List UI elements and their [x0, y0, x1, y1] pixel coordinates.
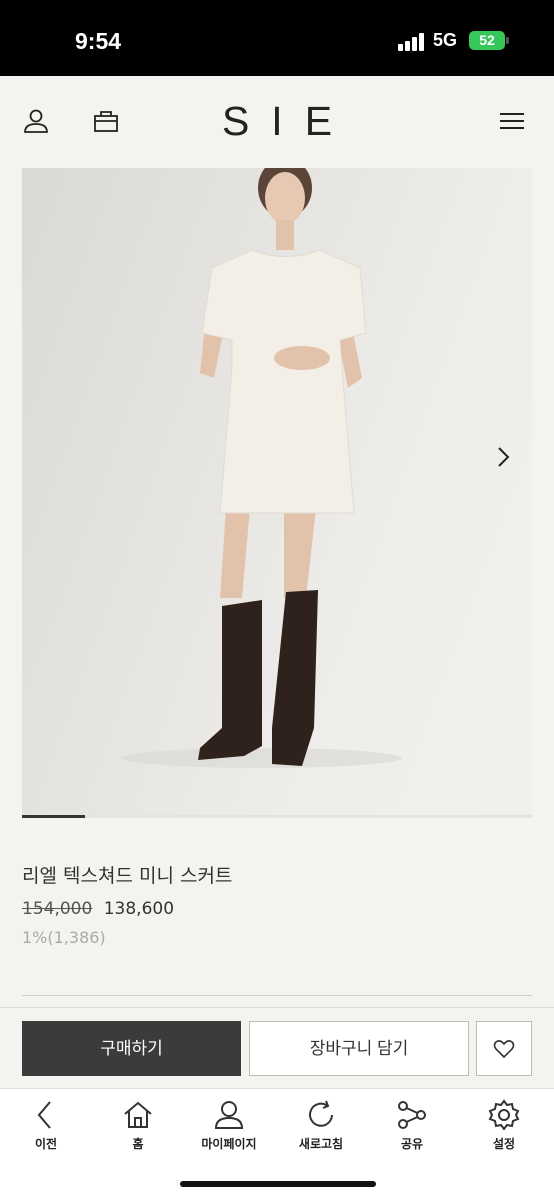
- nav-refresh[interactable]: 새로고침: [276, 1099, 366, 1159]
- signal-icon: [398, 33, 426, 51]
- buy-button[interactable]: 구매하기: [22, 1021, 241, 1076]
- divider: [22, 995, 532, 996]
- heart-icon: [493, 1040, 515, 1059]
- nav-label: 새로고침: [298, 1137, 344, 1151]
- product-image[interactable]: [22, 168, 532, 816]
- gallery-progress-active: [22, 815, 85, 818]
- nav-label: 이전: [34, 1137, 58, 1151]
- add-to-cart-button[interactable]: 장바구니 담기: [249, 1021, 469, 1076]
- product-name: 리엘 텍스쳐드 미니 스커트: [22, 865, 233, 887]
- model-photo: [122, 168, 402, 768]
- nav-share[interactable]: 공유: [367, 1099, 457, 1159]
- gear-icon: [488, 1099, 520, 1131]
- refresh-icon: [309, 1100, 333, 1127]
- nav-label: 설정: [492, 1137, 516, 1151]
- reward-points: 1%(1,386): [22, 928, 106, 947]
- price-row: 154,000 138,600: [22, 899, 174, 919]
- battery-icon: 52: [469, 31, 505, 50]
- share-icon: [398, 1101, 426, 1129]
- user-icon: [214, 1101, 244, 1129]
- hamburger-menu-icon[interactable]: [497, 106, 527, 136]
- brand-logo[interactable]: SIE: [0, 98, 554, 145]
- nav-label: 공유: [400, 1137, 424, 1151]
- nav-label: 홈: [132, 1137, 144, 1151]
- battery-tip: [506, 37, 509, 44]
- nav-back[interactable]: 이전: [1, 1099, 91, 1159]
- nav-settings[interactable]: 설정: [459, 1099, 549, 1159]
- site-header: SIE: [0, 76, 554, 168]
- nav-mypage[interactable]: 마이페이지: [184, 1099, 274, 1159]
- nav-home[interactable]: 홈: [93, 1099, 183, 1159]
- status-time: 9:54: [75, 28, 122, 54]
- chevron-right-icon[interactable]: [490, 444, 516, 470]
- status-bar: 9:54 5G 52: [0, 0, 554, 76]
- original-price: 154,000: [22, 899, 93, 919]
- back-arrow-icon: [37, 1101, 51, 1129]
- home-indicator: [180, 1181, 376, 1187]
- nav-label: 마이페이지: [201, 1137, 257, 1151]
- network-type: 5G: [433, 30, 458, 50]
- home-icon: [124, 1101, 152, 1128]
- sale-price: 138,600: [103, 899, 175, 919]
- gallery-progress: [22, 815, 532, 818]
- wishlist-button[interactable]: [476, 1021, 532, 1076]
